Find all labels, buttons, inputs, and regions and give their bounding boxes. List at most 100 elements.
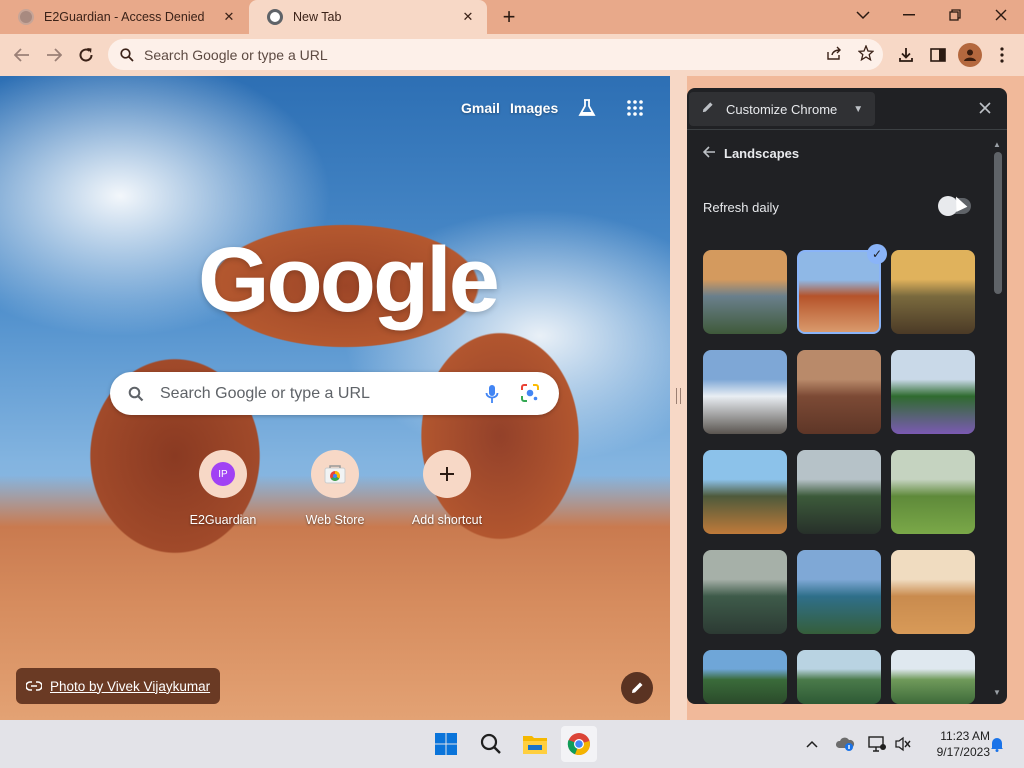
show-hidden-icons[interactable] (804, 734, 820, 754)
onedrive-status[interactable] (834, 734, 856, 754)
shortcut-e2guardian[interactable]: IP E2Guardian (175, 450, 271, 527)
landscape-thumbnail[interactable] (797, 550, 881, 634)
scroll-down-icon[interactable]: ▼ (993, 688, 1001, 697)
link-icon (26, 681, 42, 691)
landscape-thumbnail[interactable] (891, 550, 975, 634)
back-to-collections[interactable]: Landscapes (702, 146, 799, 161)
clock-time: 11:23 AM (940, 729, 990, 743)
landscape-thumbnail[interactable] (891, 650, 975, 704)
tab-search-button[interactable] (840, 0, 886, 30)
shortcut-tile (423, 450, 471, 498)
landscape-thumbnail[interactable] (891, 250, 975, 334)
tab-title: New Tab (293, 10, 342, 24)
close-panel-button[interactable] (975, 98, 995, 118)
bookmark-button[interactable] (854, 41, 878, 65)
shortcut-label: E2Guardian (189, 513, 257, 527)
panel-scrollbar[interactable]: ▲ ▼ (991, 140, 1003, 700)
side-panel-divider[interactable] (670, 76, 687, 720)
address-placeholder: Search Google or type a URL (144, 46, 328, 63)
tab-e2guardian[interactable]: E2Guardian - Access Denied ✕ (0, 0, 248, 34)
customize-chrome-button[interactable] (621, 672, 653, 704)
panel-title-dropdown[interactable]: Customize Chrome ▼ (689, 92, 876, 126)
chrome-icon (567, 733, 590, 756)
minimize-button[interactable] (886, 0, 932, 30)
kebab-menu-icon (1000, 47, 1004, 63)
share-button[interactable] (822, 41, 846, 65)
restore-button[interactable] (932, 0, 978, 30)
ntp-search-placeholder: Search Google or type a URL (160, 384, 370, 402)
taskbar: 11:23 AM 9/17/2023 (0, 720, 1024, 768)
voice-search-icon[interactable] (484, 383, 500, 405)
minimize-icon (903, 14, 915, 16)
speaker-muted-icon (895, 736, 911, 752)
volume-status[interactable] (892, 734, 914, 754)
profile-button[interactable] (958, 43, 982, 67)
system-clock[interactable]: 11:23 AM 9/17/2023 (918, 728, 990, 760)
landscape-thumbnail[interactable] (703, 650, 787, 704)
resize-handle[interactable] (676, 388, 681, 404)
folder-icon (523, 736, 547, 754)
star-icon (858, 45, 874, 61)
back-button[interactable] (9, 42, 35, 68)
landscape-thumbnail[interactable] (797, 250, 881, 334)
refresh-daily-label: Refresh daily (703, 200, 779, 215)
close-window-button[interactable] (978, 0, 1024, 30)
tab-strip: E2Guardian - Access Denied ✕ New Tab ✕ + (0, 0, 1024, 34)
images-link[interactable]: Images (510, 100, 558, 116)
photo-credit-link[interactable]: Photo by Vivek Vijaykumar (16, 668, 221, 704)
landscape-thumbnail[interactable] (703, 350, 787, 434)
google-lens-icon[interactable] (520, 383, 540, 403)
chevron-up-icon (806, 740, 818, 748)
scroll-up-icon[interactable]: ▲ (993, 140, 1001, 149)
start-button[interactable] (428, 726, 464, 762)
arrow-right-icon (47, 48, 62, 62)
plus-icon (440, 467, 454, 481)
apps-button[interactable] (623, 96, 647, 120)
ntp-search-box[interactable]: Search Google or type a URL (110, 372, 559, 415)
shortcut-label: Add shortcut (411, 513, 483, 527)
landscape-thumbnail[interactable] (891, 350, 975, 434)
pencil-icon (701, 101, 714, 117)
clock-date: 9/17/2023 (936, 745, 990, 759)
gmail-link[interactable]: Gmail (461, 100, 500, 116)
chrome-icon (267, 9, 283, 25)
landscape-thumbnail[interactable] (703, 550, 787, 634)
landscape-thumbnail[interactable] (703, 250, 787, 334)
file-explorer-button[interactable] (517, 726, 553, 762)
downloads-button[interactable] (894, 43, 918, 67)
side-panel-button[interactable] (926, 43, 950, 67)
panel-title: Customize Chrome (726, 101, 838, 117)
apps-grid-icon (627, 100, 643, 116)
reload-button[interactable] (73, 42, 99, 68)
forward-button[interactable] (41, 42, 67, 68)
search-icon (120, 47, 134, 62)
shortcut-initials: IP (211, 462, 235, 486)
close-tab-icon[interactable]: ✕ (220, 8, 238, 26)
network-status[interactable] (866, 734, 888, 754)
shortcut-tile (311, 450, 359, 498)
tab-new-tab[interactable]: New Tab ✕ (249, 0, 487, 34)
landscape-thumbnail[interactable] (797, 450, 881, 534)
search-taskbar-button[interactable] (473, 726, 509, 762)
new-tab-page: Gmail Images Google Search Google or typ… (0, 76, 670, 720)
close-icon (979, 102, 991, 114)
shortcut-label: Web Store (305, 513, 365, 527)
add-shortcut-button[interactable]: Add shortcut (399, 450, 495, 527)
flask-icon (578, 99, 596, 116)
shortcut-tile: IP (199, 450, 247, 498)
labs-button[interactable] (575, 96, 599, 120)
landscape-thumbnail[interactable] (797, 350, 881, 434)
landscape-thumbnail[interactable] (703, 450, 787, 534)
address-bar[interactable]: Search Google or type a URL (108, 39, 883, 70)
scrollbar-thumb[interactable] (994, 152, 1002, 294)
notifications-button[interactable] (988, 734, 1006, 754)
chrome-taskbar-button[interactable] (561, 726, 597, 762)
menu-button[interactable] (990, 43, 1014, 67)
restore-icon (949, 9, 961, 21)
shortcut-web-store[interactable]: Web Store (287, 450, 383, 527)
close-tab-icon[interactable]: ✕ (459, 8, 477, 26)
landscape-thumbnail[interactable] (891, 450, 975, 534)
windows-icon (435, 733, 457, 755)
new-tab-button[interactable]: + (496, 4, 522, 30)
landscape-thumbnail[interactable] (797, 650, 881, 704)
